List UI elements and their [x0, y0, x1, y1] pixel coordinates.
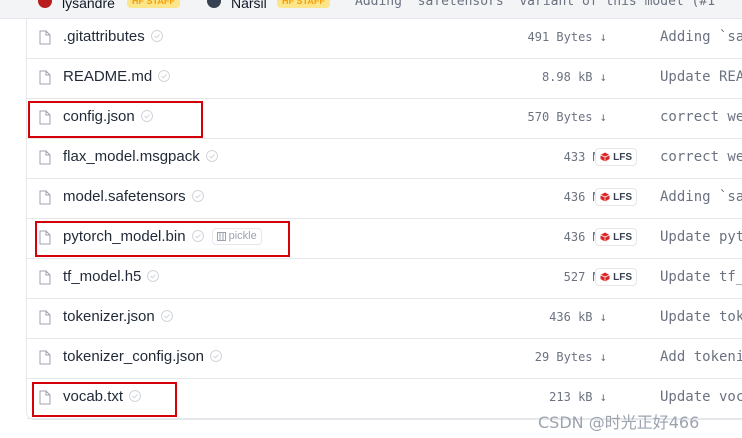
- commit-message-link[interactable]: Add tokeni: [660, 349, 742, 365]
- file-row[interactable]: tokenizer.json 436 kB ↓ Update tok: [27, 298, 742, 339]
- file-icon: [39, 310, 51, 325]
- commit-message-link[interactable]: correct we: [660, 149, 742, 165]
- staff-badge: HF STAFF: [127, 0, 180, 8]
- download-icon: ↓: [599, 70, 607, 84]
- commit-author[interactable]: lysandre: [62, 0, 115, 11]
- lfs-badge[interactable]: LFS: [595, 228, 637, 246]
- safe-check-icon: [209, 350, 222, 363]
- download-icon: ↓: [599, 110, 607, 124]
- commit-message-link[interactable]: Adding `sa: [660, 29, 742, 45]
- file-row[interactable]: flax_model.msgpack 433 MB LFS correct we: [27, 138, 742, 179]
- lfs-badge[interactable]: LFS: [595, 268, 637, 286]
- lfs-badge[interactable]: LFS: [595, 148, 637, 166]
- download-icon: ↓: [599, 350, 607, 364]
- file-name-link[interactable]: tf_model.h5: [63, 268, 160, 285]
- file-name: tokenizer_config.json: [63, 348, 204, 365]
- lfs-icon: [600, 152, 610, 162]
- file-size: 29 Bytes: [534, 350, 593, 364]
- download-icon: ↓: [599, 310, 607, 324]
- download-icon: ↓: [599, 30, 607, 44]
- file-name-link[interactable]: README.md: [63, 68, 171, 85]
- highlight-box: [28, 101, 203, 138]
- file-name: README.md: [63, 68, 153, 85]
- user-avatar[interactable]: [38, 0, 52, 8]
- file-name-link[interactable]: tokenizer_config.json: [63, 348, 222, 365]
- download-icon: ↓: [599, 390, 607, 404]
- commit-message-link[interactable]: Update pyt: [660, 229, 742, 245]
- highlight-box: [32, 382, 177, 417]
- lfs-icon: [600, 232, 610, 242]
- file-name: flax_model.msgpack: [63, 148, 200, 165]
- commit-message-link[interactable]: Adding `sa: [660, 189, 742, 205]
- file-name-link[interactable]: .gitattributes: [63, 28, 163, 45]
- file-row[interactable]: .gitattributes 491 Bytes ↓ Adding `sa: [27, 18, 742, 59]
- file-name: tf_model.h5: [63, 268, 142, 285]
- commit-message[interactable]: Adding `safetensors` variant of this mod…: [355, 0, 715, 9]
- file-name: .gitattributes: [63, 28, 145, 45]
- commit-message-link[interactable]: correct we: [660, 109, 742, 125]
- file-size: 8.98 kB: [541, 70, 593, 84]
- file-size-download[interactable]: 570 Bytes ↓: [528, 110, 608, 124]
- file-row[interactable]: README.md 8.98 kB ↓ Update REA: [27, 58, 742, 99]
- safe-check-icon: [150, 30, 163, 43]
- file-name-link[interactable]: tokenizer.json: [63, 308, 173, 325]
- file-icon: [39, 150, 51, 165]
- safe-check-icon: [158, 70, 171, 83]
- file-list-screenshot: lysandre HF STAFF Narsil HF STAFF Adding…: [0, 0, 742, 438]
- last-commit-bar: lysandre HF STAFF Narsil HF STAFF Adding…: [0, 0, 742, 19]
- file-row[interactable]: model.safetensors 436 MB LFS Adding `sa: [27, 178, 742, 219]
- safe-check-icon: [147, 270, 160, 283]
- file-size-download[interactable]: 436 kB ↓: [549, 310, 607, 324]
- lfs-label: LFS: [613, 231, 632, 243]
- commit-message-link[interactable]: Update voc: [660, 389, 742, 405]
- file-row[interactable]: tokenizer_config.json 29 Bytes ↓ Add token…: [27, 338, 742, 379]
- safe-check-icon: [160, 310, 173, 323]
- file-size: 570 Bytes: [527, 110, 593, 124]
- commit-message-link[interactable]: Update tok: [660, 309, 742, 325]
- file-icon: [39, 30, 51, 45]
- safe-check-icon: [205, 150, 218, 163]
- lfs-icon: [600, 192, 610, 202]
- safe-check-icon: [191, 190, 204, 203]
- file-row[interactable]: tf_model.h5 527 MB LFS Update tf_: [27, 258, 742, 299]
- file-size: 491 Bytes: [527, 30, 593, 44]
- lfs-label: LFS: [613, 191, 632, 203]
- file-size-download[interactable]: 29 Bytes ↓: [535, 350, 607, 364]
- file-name-link[interactable]: model.safetensors: [63, 188, 204, 205]
- lfs-label: LFS: [613, 151, 632, 163]
- file-icon: [39, 70, 51, 85]
- file-size-download[interactable]: 8.98 kB ↓: [542, 70, 607, 84]
- file-name: tokenizer.json: [63, 308, 155, 325]
- file-size: 436 kB: [549, 310, 593, 324]
- file-size-download[interactable]: 213 kB ↓: [549, 390, 607, 404]
- commit-author[interactable]: Narsil: [231, 0, 267, 11]
- lfs-label: LFS: [613, 271, 632, 283]
- highlight-box: [35, 221, 290, 257]
- lfs-badge[interactable]: LFS: [595, 188, 637, 206]
- file-size: 213 kB: [549, 390, 593, 404]
- file-icon: [39, 350, 51, 365]
- watermark: CSDN @时光正好466: [538, 413, 700, 432]
- commit-message-link[interactable]: Update REA: [660, 69, 742, 85]
- file-size-download[interactable]: 491 Bytes ↓: [528, 30, 608, 44]
- file-icon: [39, 270, 51, 285]
- staff-badge: HF STAFF: [277, 0, 330, 8]
- file-name-link[interactable]: flax_model.msgpack: [63, 148, 218, 165]
- commit-message-link[interactable]: Update tf_: [660, 269, 742, 285]
- user-avatar[interactable]: [207, 0, 221, 8]
- lfs-icon: [600, 272, 610, 282]
- file-name: model.safetensors: [63, 188, 186, 205]
- file-icon: [39, 190, 51, 205]
